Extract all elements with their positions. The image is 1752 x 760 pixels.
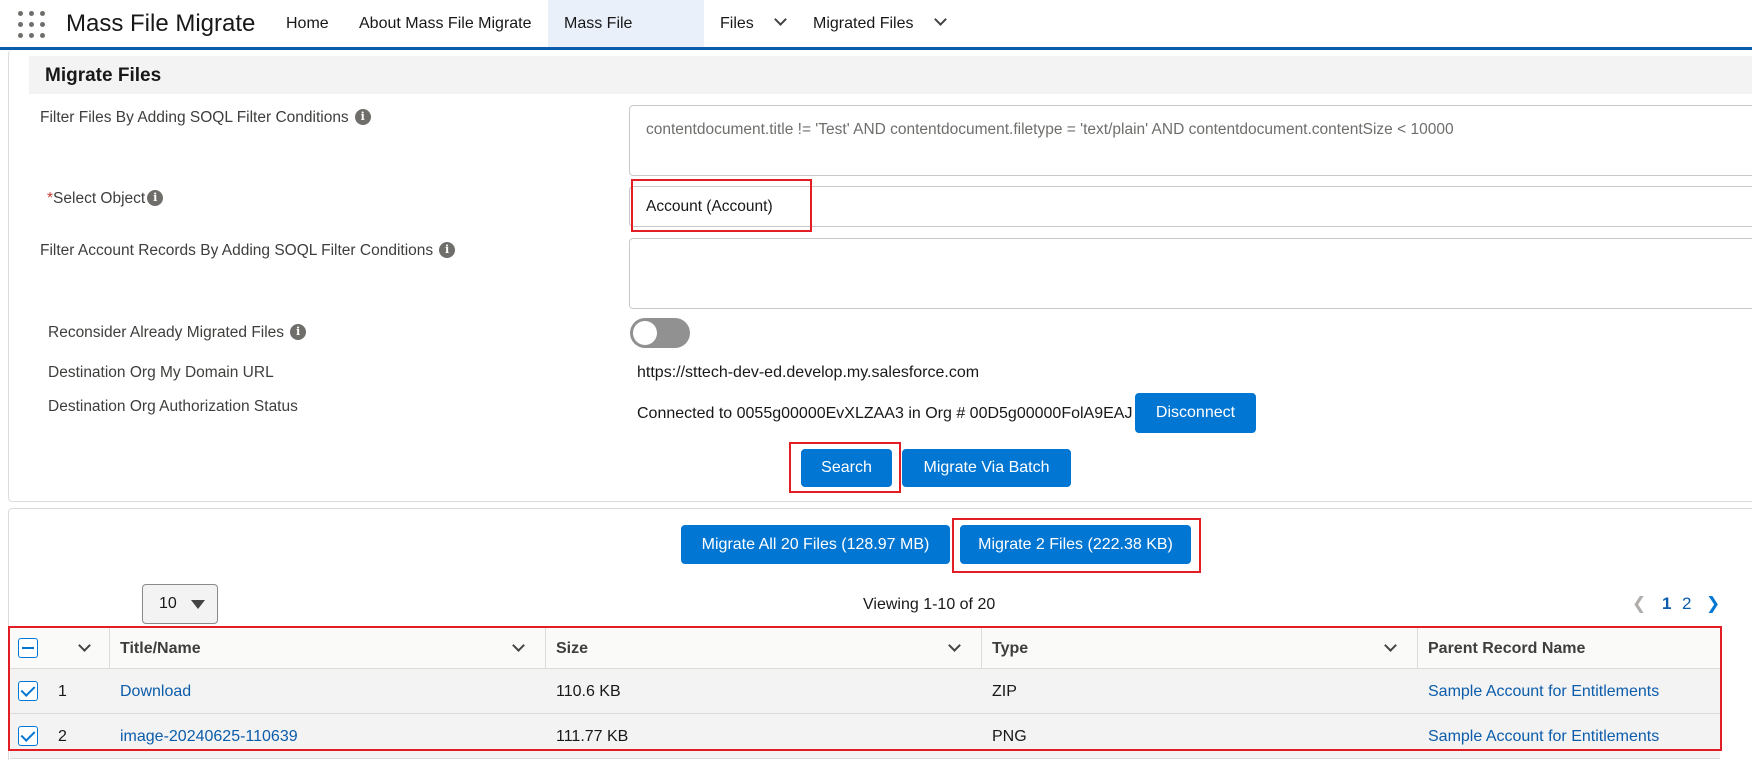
highlight-migrate-selected — [952, 518, 1201, 573]
viewing-count: Viewing 1-10 of 20 — [863, 596, 996, 613]
nav-tab-about[interactable]: About Mass File Migrate — [343, 0, 548, 47]
chevron-down-icon[interactable] — [934, 13, 947, 26]
file-filter-textarea[interactable]: contentdocument.title != 'Test' AND cont… — [629, 105, 1752, 176]
nav-tab-label: About Mass File Migrate — [359, 15, 532, 32]
reconsider-label: Reconsider Already Migrated Files i — [48, 323, 307, 342]
chevron-down-icon[interactable] — [774, 13, 788, 26]
auth-status-label: Destination Org Authorization Status — [48, 398, 298, 415]
page-size-select[interactable]: 10 — [142, 584, 218, 624]
migrate-via-batch-button[interactable]: Migrate Via Batch — [902, 449, 1071, 487]
page-link-2[interactable]: 2 — [1682, 594, 1691, 614]
record-filter-label-text: Filter Account Records By Adding SOQL Fi… — [40, 242, 434, 259]
nav-tab-home[interactable]: Home — [270, 0, 345, 47]
info-icon[interactable]: i — [290, 323, 307, 340]
nav-tab-files[interactable]: Files — [704, 0, 801, 47]
page-link-1[interactable]: 1 — [1662, 594, 1671, 614]
nav-tab-label: Home — [286, 15, 329, 32]
select-object-label-text: Select Object — [53, 190, 146, 207]
app-launcher-icon[interactable] — [18, 11, 45, 38]
reconsider-label-text: Reconsider Already Migrated Files — [48, 324, 285, 341]
domain-url-label: Destination Org My Domain URL — [48, 364, 274, 381]
disconnect-button[interactable]: Disconnect — [1135, 393, 1256, 433]
domain-url-value: https://sttech-dev-ed.develop.my.salesfo… — [637, 364, 980, 381]
card-header: Migrate Files — [29, 56, 1752, 94]
info-icon[interactable]: i — [354, 108, 371, 125]
auth-status-value: Connected to 0055g00000EvXLZAA3 in Org #… — [637, 405, 1133, 422]
nav-tab-label: Files — [720, 15, 754, 32]
file-filter-label-text: Filter Files By Adding SOQL Filter Condi… — [40, 109, 349, 126]
highlight-select-object — [631, 179, 812, 232]
highlight-table — [8, 626, 1722, 751]
record-filter-textarea[interactable] — [629, 238, 1752, 309]
prev-page-icon[interactable]: ❮ — [1632, 594, 1646, 614]
app-name: Mass File Migrate — [66, 10, 256, 37]
file-filter-label: Filter Files By Adding SOQL Filter Condi… — [40, 108, 371, 127]
info-icon[interactable]: i — [147, 189, 164, 206]
page-size-value: 10 — [159, 595, 177, 612]
app-header: Mass File Migrate Home About Mass File M… — [0, 0, 1752, 80]
caret-down-icon — [191, 600, 205, 609]
file-filter-placeholder: contentdocument.title != 'Test' AND cont… — [646, 121, 1454, 138]
next-page-icon[interactable]: ❯ — [1706, 594, 1720, 614]
nav-tab-label: Migrated Files — [813, 15, 914, 32]
migrate-all-button[interactable]: Migrate All 20 Files (128.97 MB) — [681, 525, 950, 564]
info-icon[interactable]: i — [439, 241, 456, 258]
record-filter-label: Filter Account Records By Adding SOQL Fi… — [40, 241, 456, 260]
select-object-label: *Select Object i — [47, 189, 164, 208]
highlight-search — [789, 442, 901, 493]
toggle-knob — [633, 321, 657, 345]
reconsider-toggle[interactable] — [630, 318, 690, 348]
nav-tab-mass-file-migrate[interactable]: Mass File Migrate — [548, 0, 704, 80]
nav-tab-migrated-files[interactable]: Migrated Files — [797, 0, 961, 47]
page-title: Migrate Files — [45, 65, 162, 86]
